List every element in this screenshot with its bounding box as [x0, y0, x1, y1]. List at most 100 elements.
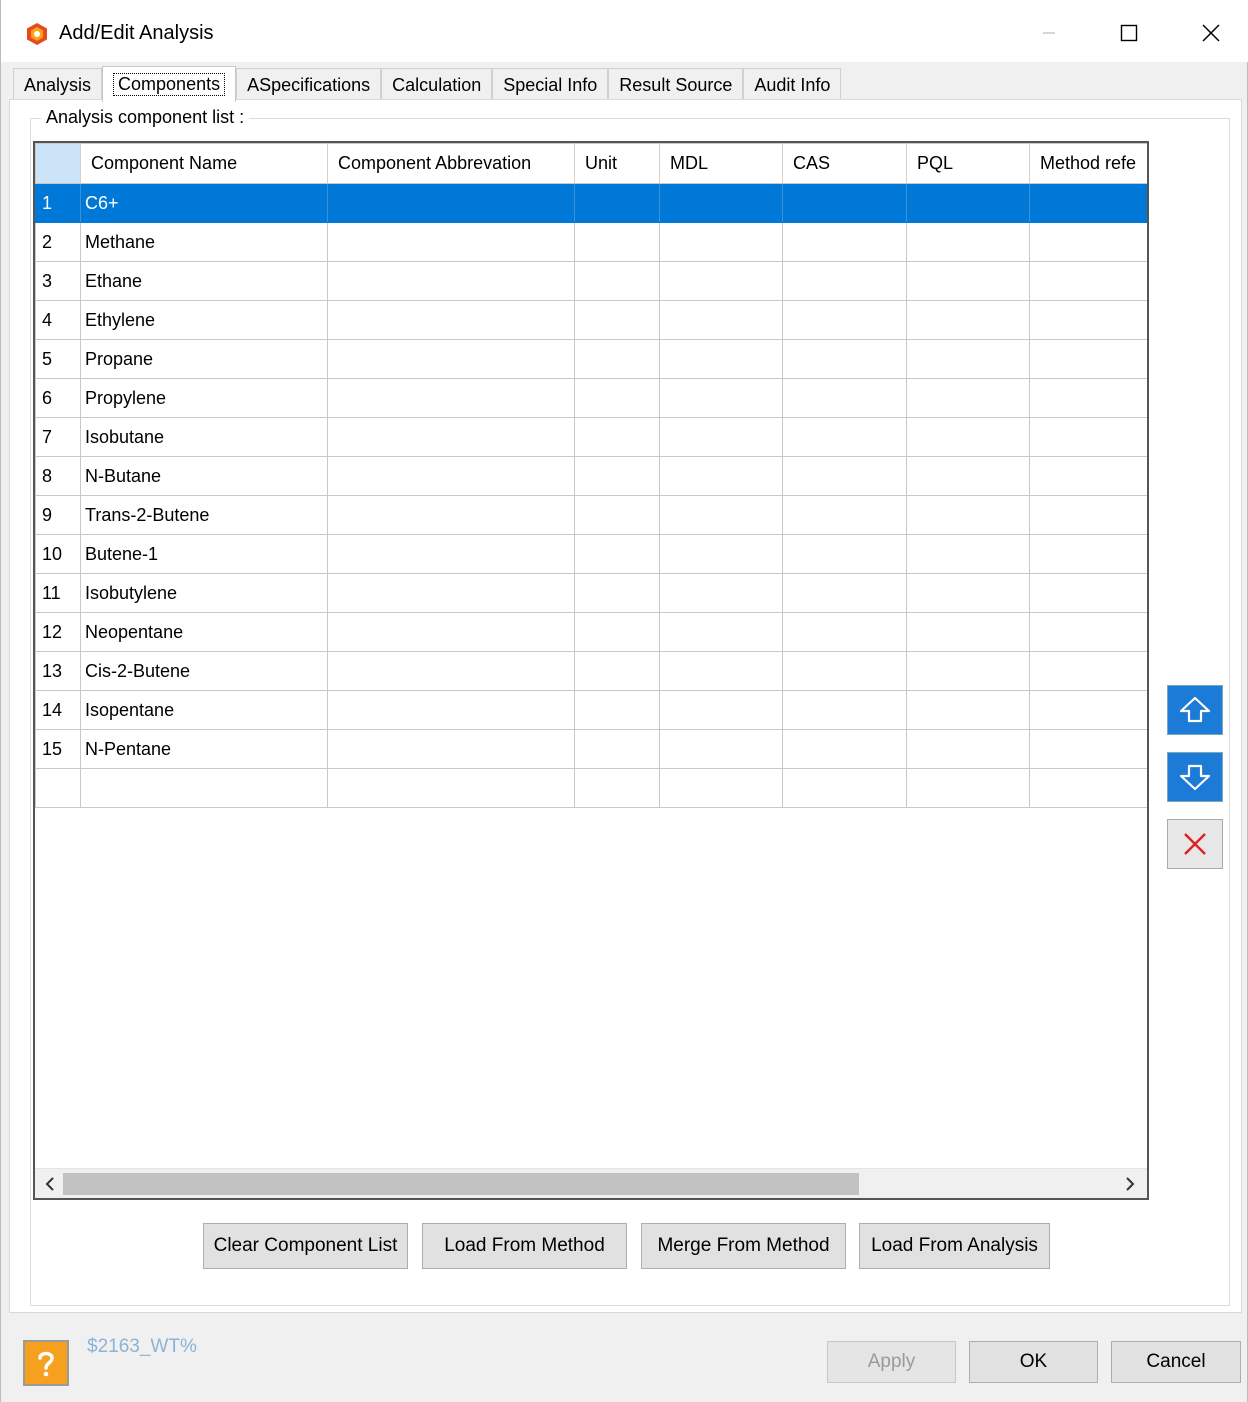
- cell-pql[interactable]: [906, 729, 1030, 769]
- load-from-analysis-button[interactable]: Load From Analysis: [859, 1223, 1050, 1269]
- cell-component-abbrevation[interactable]: [327, 534, 575, 574]
- cell-mdl[interactable]: [659, 495, 783, 535]
- cancel-button[interactable]: Cancel: [1111, 1341, 1241, 1383]
- cell-method-reference[interactable]: [1029, 456, 1147, 496]
- cell-component-abbrevation[interactable]: [327, 573, 575, 613]
- column-header-cas[interactable]: CAS: [782, 143, 907, 184]
- cell-cas[interactable]: [782, 534, 907, 574]
- move-down-button[interactable]: [1167, 752, 1223, 802]
- cell-method-reference[interactable]: [1029, 378, 1147, 418]
- load-from-method-button[interactable]: Load From Method: [422, 1223, 627, 1269]
- cell-method-reference[interactable]: [1029, 534, 1147, 574]
- row-number[interactable]: 14: [35, 690, 81, 730]
- row-number[interactable]: 15: [35, 729, 81, 769]
- cell-cas[interactable]: [782, 183, 907, 223]
- close-button[interactable]: [1181, 10, 1241, 56]
- cell-method-reference[interactable]: [1029, 339, 1147, 379]
- cell-unit[interactable]: [574, 300, 660, 340]
- tab-audit-info[interactable]: Audit Info: [743, 68, 842, 101]
- cell-method-reference[interactable]: [1029, 612, 1147, 652]
- cell-pql[interactable]: [906, 417, 1030, 457]
- cell-cas[interactable]: [782, 339, 907, 379]
- cell-cas[interactable]: [782, 417, 907, 457]
- cell-component-abbrevation[interactable]: [327, 456, 575, 496]
- column-header-pql[interactable]: PQL: [906, 143, 1030, 184]
- cell-pql[interactable]: [906, 495, 1030, 535]
- cell-pql[interactable]: [906, 456, 1030, 496]
- cell-component-abbrevation[interactable]: [327, 339, 575, 379]
- row-number[interactable]: 11: [35, 573, 81, 613]
- cell-mdl[interactable]: [659, 534, 783, 574]
- cell-method-reference[interactable]: [1029, 222, 1147, 262]
- column-header-mdl[interactable]: MDL: [659, 143, 783, 184]
- cell-cas[interactable]: [782, 651, 907, 691]
- cell-pql[interactable]: [906, 690, 1030, 730]
- tab-result-source[interactable]: Result Source: [608, 68, 744, 101]
- cell-pql[interactable]: [906, 261, 1030, 301]
- cell-component-abbrevation[interactable]: [327, 183, 575, 223]
- cell-cas[interactable]: [782, 729, 907, 769]
- table-row[interactable]: 6 Propylene: [35, 378, 1147, 418]
- delete-component-button[interactable]: [1167, 819, 1223, 869]
- table-row[interactable]: 5 Propane: [35, 339, 1147, 379]
- table-row[interactable]: 8 N-Butane: [35, 456, 1147, 496]
- table-row[interactable]: 12 Neopentane: [35, 612, 1147, 652]
- cell-cas[interactable]: [782, 690, 907, 730]
- table-row[interactable]: 1 C6+: [35, 183, 1147, 223]
- cell-component-abbrevation[interactable]: [327, 690, 575, 730]
- cell-component-name[interactable]: Isopentane: [80, 690, 328, 730]
- row-number[interactable]: 7: [35, 417, 81, 457]
- row-number[interactable]: 4: [35, 300, 81, 340]
- cell-component-name[interactable]: C6+: [80, 183, 328, 223]
- table-row[interactable]: 2 Methane: [35, 222, 1147, 262]
- column-header-component-name[interactable]: Component Name: [80, 143, 328, 184]
- cell-method-reference[interactable]: [1029, 183, 1147, 223]
- scrollbar-thumb[interactable]: [63, 1173, 859, 1195]
- table-row[interactable]: 7 Isobutane: [35, 417, 1147, 457]
- cell-cas[interactable]: [782, 378, 907, 418]
- cell-component-abbrevation[interactable]: [327, 261, 575, 301]
- cell-component-abbrevation[interactable]: [327, 222, 575, 262]
- table-row[interactable]: 10 Butene-1: [35, 534, 1147, 574]
- tab-aspecifications[interactable]: ASpecifications: [236, 68, 382, 101]
- ok-button[interactable]: OK: [969, 1341, 1098, 1383]
- cell-method-reference[interactable]: [1029, 768, 1147, 808]
- cell-method-reference[interactable]: [1029, 690, 1147, 730]
- move-up-button[interactable]: [1167, 685, 1223, 735]
- cell-method-reference[interactable]: [1029, 573, 1147, 613]
- cell-unit[interactable]: [574, 339, 660, 379]
- cell-unit[interactable]: [574, 768, 660, 808]
- cell-component-name[interactable]: Methane: [80, 222, 328, 262]
- cell-mdl[interactable]: [659, 261, 783, 301]
- cell-mdl[interactable]: [659, 222, 783, 262]
- cell-mdl[interactable]: [659, 339, 783, 379]
- row-number[interactable]: 8: [35, 456, 81, 496]
- cell-pql[interactable]: [906, 573, 1030, 613]
- cell-unit[interactable]: [574, 417, 660, 457]
- cell-component-abbrevation[interactable]: [327, 300, 575, 340]
- tab-components[interactable]: Components: [102, 66, 237, 102]
- cell-mdl[interactable]: [659, 768, 783, 808]
- cell-mdl[interactable]: [659, 183, 783, 223]
- cell-cas[interactable]: [782, 768, 907, 808]
- cell-method-reference[interactable]: [1029, 651, 1147, 691]
- cell-unit[interactable]: [574, 534, 660, 574]
- row-number[interactable]: 2: [35, 222, 81, 262]
- table-row[interactable]: 9 Trans-2-Butene: [35, 495, 1147, 535]
- cell-component-name[interactable]: Trans-2-Butene: [80, 495, 328, 535]
- row-number[interactable]: 1: [35, 183, 81, 223]
- horizontal-scrollbar[interactable]: [35, 1168, 1147, 1198]
- cell-component-name[interactable]: [80, 768, 328, 808]
- cell-component-name[interactable]: Butene-1: [80, 534, 328, 574]
- cell-unit[interactable]: [574, 573, 660, 613]
- cell-mdl[interactable]: [659, 651, 783, 691]
- cell-component-name[interactable]: Cis-2-Butene: [80, 651, 328, 691]
- table-row[interactable]: [35, 768, 1147, 808]
- cell-component-name[interactable]: N-Butane: [80, 456, 328, 496]
- component-table[interactable]: Component Name Component Abbrevation Uni…: [33, 141, 1149, 1200]
- column-header-method-reference[interactable]: Method refe: [1029, 143, 1147, 184]
- cell-unit[interactable]: [574, 222, 660, 262]
- cell-component-name[interactable]: Propylene: [80, 378, 328, 418]
- cell-unit[interactable]: [574, 651, 660, 691]
- cell-unit[interactable]: [574, 378, 660, 418]
